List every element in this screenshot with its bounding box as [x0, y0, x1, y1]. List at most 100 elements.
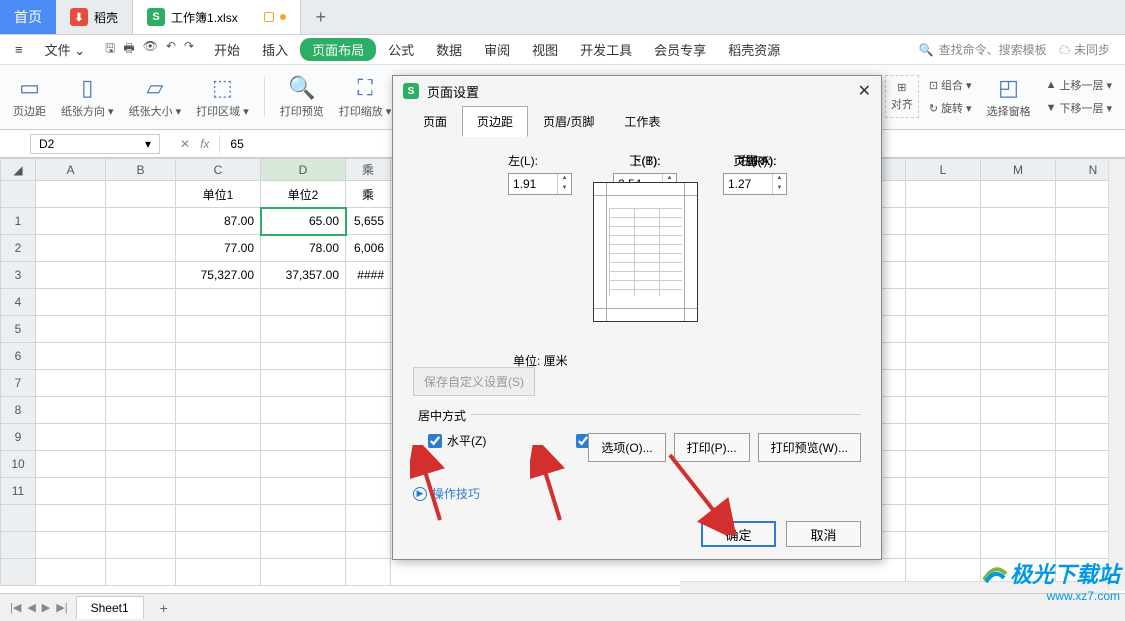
col-E-partial[interactable]: 乘 [346, 159, 391, 181]
tool-margins[interactable]: ▭ 页边距 [8, 75, 51, 119]
col-L[interactable]: L [906, 159, 981, 181]
tab-margins[interactable]: 页边距 [462, 106, 528, 137]
print-button[interactable]: 打印(P)... [674, 433, 750, 462]
row-header[interactable] [1, 559, 36, 586]
menu-start[interactable]: 开始 [204, 40, 250, 59]
row-header[interactable]: 3 [1, 262, 36, 289]
margin-footer-input[interactable]: ▲▼ [723, 173, 787, 195]
sync-status[interactable]: ☁ 未同步 [1049, 41, 1120, 58]
cell[interactable]: 78.00 [261, 235, 346, 262]
menu-review[interactable]: 审阅 [474, 40, 520, 59]
col-D[interactable]: D [261, 159, 346, 181]
menu-data[interactable]: 数据 [426, 40, 472, 59]
tool-group-btn[interactable]: ⊡组合 ▾ [924, 75, 977, 95]
menu-view[interactable]: 视图 [522, 40, 568, 59]
tab-home[interactable]: 首页 [0, 0, 56, 34]
spin-down-icon[interactable]: ▼ [558, 184, 571, 194]
row-header[interactable]: 8 [1, 397, 36, 424]
tool-print-area[interactable]: ⬚ 打印区域 ▾ [191, 75, 254, 119]
row-header[interactable]: 2 [1, 235, 36, 262]
row-header[interactable]: 6 [1, 343, 36, 370]
cell[interactable]: 37,357.00 [261, 262, 346, 289]
dialog-titlebar[interactable]: S 页面设置 ✕ [393, 76, 881, 106]
vertical-scrollbar[interactable] [1108, 160, 1125, 591]
menu-page-layout[interactable]: 页面布局 [300, 38, 376, 61]
tab-page[interactable]: 页面 [408, 106, 462, 137]
sheet-first-icon[interactable]: |◀ [10, 601, 21, 614]
tool-print-preview[interactable]: 🔍 打印预览 [275, 75, 329, 119]
header-cell-d[interactable]: 单位2 [261, 181, 346, 208]
save-icon[interactable]: 🖫 [105, 39, 115, 60]
menu-insert[interactable]: 插入 [252, 40, 298, 59]
row-header[interactable]: 9 [1, 424, 36, 451]
row-header[interactable]: 5 [1, 316, 36, 343]
header-cell-c[interactable]: 单位1 [176, 181, 261, 208]
cell[interactable]: 87.00 [176, 208, 261, 235]
margin-left-value[interactable] [509, 174, 557, 194]
tips-link[interactable]: ▶ 操作技巧 [413, 485, 480, 502]
row-header[interactable] [1, 532, 36, 559]
preview-icon[interactable]: 👁 [143, 39, 158, 60]
cell[interactable]: 77.00 [176, 235, 261, 262]
margin-left-input[interactable]: ▲▼ [508, 173, 572, 195]
sheet-prev-icon[interactable]: ◀ [27, 601, 35, 614]
cell[interactable]: 75,327.00 [176, 262, 261, 289]
col-C[interactable]: C [176, 159, 261, 181]
tool-send-backward[interactable]: ▼下移一层 ▾ [1041, 98, 1117, 118]
cell[interactable]: 6,006 [346, 235, 391, 262]
checkbox-horizontal[interactable]: 水平(Z) [428, 432, 486, 449]
options-button[interactable]: 选项(O)... [588, 433, 665, 462]
menu-formula[interactable]: 公式 [378, 40, 424, 59]
row-header[interactable]: 10 [1, 451, 36, 478]
row-header[interactable]: 1 [1, 208, 36, 235]
menu-file[interactable]: 文件 ⌄ [35, 40, 96, 59]
tool-print-scale[interactable]: ⛶ 打印缩放 ▾ [334, 75, 397, 119]
print-icon[interactable]: 🖶 [123, 39, 134, 60]
margin-footer-value[interactable] [724, 174, 772, 194]
sheet-tab[interactable]: Sheet1 [76, 596, 144, 619]
spin-down-icon[interactable]: ▼ [773, 184, 786, 194]
spin-up-icon[interactable]: ▲ [773, 174, 786, 184]
tab-document[interactable]: S 工作簿1.xlsx [132, 0, 301, 34]
print-preview-button[interactable]: 打印预览(W)... [758, 433, 861, 462]
add-tab-button[interactable]: + [301, 0, 341, 34]
undo-icon[interactable]: ↶ [166, 39, 176, 60]
tool-bring-forward[interactable]: ▲上移一层 ▾ [1041, 75, 1117, 95]
tab-daoke[interactable]: ⬇ 稻壳 [56, 0, 132, 34]
tool-align[interactable]: ⊞ 对齐 [885, 75, 919, 118]
menu-vip[interactable]: 会员专享 [644, 40, 716, 59]
tool-orientation[interactable]: ▯ 纸张方向 ▾ [56, 75, 119, 119]
sheet-next-icon[interactable]: ▶ [42, 601, 50, 614]
fx-icon[interactable]: fx [200, 137, 209, 151]
menu-resources[interactable]: 稻壳资源 [718, 40, 790, 59]
col-B[interactable]: B [106, 159, 176, 181]
name-box[interactable]: D2 ▾ [30, 134, 160, 154]
tab-header-footer[interactable]: 页眉/页脚 [528, 106, 609, 137]
row-header[interactable]: 7 [1, 370, 36, 397]
tab-worksheet[interactable]: 工作表 [609, 106, 675, 137]
redo-icon[interactable]: ↷ [184, 39, 194, 60]
header-cell-e[interactable]: 乘 [346, 181, 391, 208]
cell[interactable]: #### [346, 262, 391, 289]
select-all-corner[interactable]: ◢ [1, 159, 36, 181]
menu-hamburger[interactable]: ≡ [5, 42, 33, 57]
spin-up-icon[interactable]: ▲ [558, 174, 571, 184]
col-M[interactable]: M [981, 159, 1056, 181]
col-A[interactable]: A [36, 159, 106, 181]
row-header[interactable] [1, 505, 36, 532]
tool-rotate[interactable]: ↻旋转 ▾ [924, 98, 977, 118]
add-sheet-button[interactable]: + [152, 600, 176, 616]
selected-cell[interactable]: 65.00 [261, 208, 346, 235]
close-icon[interactable]: ✕ [858, 81, 871, 101]
row-header-blank[interactable] [1, 181, 36, 208]
menu-devtools[interactable]: 开发工具 [570, 40, 642, 59]
row-header[interactable]: 4 [1, 289, 36, 316]
tool-selection-pane[interactable]: ◰ 选择窗格 [982, 75, 1036, 119]
tool-size[interactable]: ▱ 纸张大小 ▾ [124, 75, 187, 119]
sheet-last-icon[interactable]: ▶| [56, 601, 67, 614]
command-search[interactable]: 🔍 查找命令、搜索模板 [919, 41, 1047, 58]
cell[interactable]: 5,655 [346, 208, 391, 235]
ok-button[interactable]: 确定 [701, 521, 776, 547]
row-header[interactable]: 11 [1, 478, 36, 505]
checkbox-horizontal-input[interactable] [428, 434, 442, 448]
